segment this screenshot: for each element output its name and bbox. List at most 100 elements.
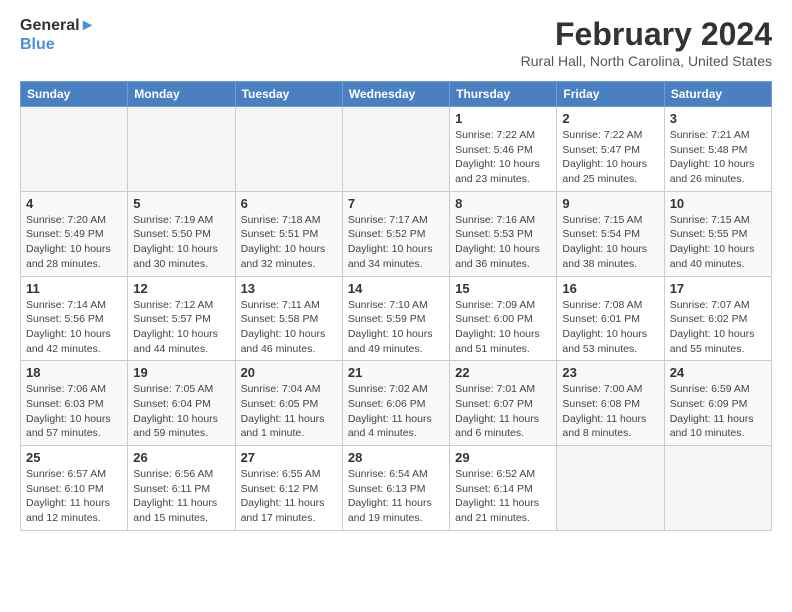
day-number: 16: [562, 281, 658, 296]
day-info: Sunrise: 7:09 AM Sunset: 6:00 PM Dayligh…: [455, 298, 551, 357]
day-number: 20: [241, 365, 337, 380]
calendar-cell: 11 Sunrise: 7:14 AM Sunset: 5:56 PM Dayli…: [21, 276, 128, 361]
day-number: 14: [348, 281, 444, 296]
calendar-cell: 15 Sunrise: 7:09 AM Sunset: 6:00 PM Dayli…: [450, 276, 557, 361]
calendar-cell: 14 Sunrise: 7:10 AM Sunset: 5:59 PM Dayli…: [342, 276, 449, 361]
day-info: Sunrise: 7:20 AM Sunset: 5:49 PM Dayligh…: [26, 213, 122, 272]
weekday-header-thursday: Thursday: [450, 82, 557, 107]
day-info: Sunrise: 7:21 AM Sunset: 5:48 PM Dayligh…: [670, 128, 766, 187]
weekday-header-wednesday: Wednesday: [342, 82, 449, 107]
day-number: 4: [26, 196, 122, 211]
day-info: Sunrise: 7:14 AM Sunset: 5:56 PM Dayligh…: [26, 298, 122, 357]
calendar-cell: 4 Sunrise: 7:20 AM Sunset: 5:49 PM Daylig…: [21, 191, 128, 276]
calendar-cell: 9Sunrise: 7:15 AM Sunset: 5:54 PM Daylig…: [557, 191, 664, 276]
calendar-cell: 23 Sunrise: 7:00 AM Sunset: 6:08 PM Dayli…: [557, 361, 664, 446]
day-info: Sunrise: 7:18 AM Sunset: 5:51 PM Dayligh…: [241, 213, 337, 272]
day-info: Sunrise: 7:22 AM Sunset: 5:46 PM Dayligh…: [455, 128, 551, 187]
calendar-cell: 2 Sunrise: 7:22 AM Sunset: 5:47 PM Daylig…: [557, 107, 664, 192]
weekday-header-sunday: Sunday: [21, 82, 128, 107]
title-area: February 2024 Rural Hall, North Carolina…: [521, 16, 772, 69]
month-year: February 2024: [521, 16, 772, 53]
day-number: 13: [241, 281, 337, 296]
day-number: 26: [133, 450, 229, 465]
day-number: 5: [133, 196, 229, 211]
day-number: 11: [26, 281, 122, 296]
calendar-cell: 13 Sunrise: 7:11 AM Sunset: 5:58 PM Dayli…: [235, 276, 342, 361]
logo-text2: Blue: [20, 35, 95, 54]
calendar-cell: 20 Sunrise: 7:04 AM Sunset: 6:05 PM Dayli…: [235, 361, 342, 446]
day-info: Sunrise: 7:19 AM Sunset: 5:50 PM Dayligh…: [133, 213, 229, 272]
day-number: 21: [348, 365, 444, 380]
day-info: Sunrise: 7:15 AM Sunset: 5:55 PM Dayligh…: [670, 213, 766, 272]
calendar-cell: 25 Sunrise: 6:57 AM Sunset: 6:10 PM Dayli…: [21, 446, 128, 531]
weekday-header-friday: Friday: [557, 82, 664, 107]
logo-text: General►: [20, 16, 95, 35]
calendar-cell: 17Sunrise: 7:07 AM Sunset: 6:02 PM Dayli…: [664, 276, 771, 361]
calendar-cell: [235, 107, 342, 192]
day-number: 27: [241, 450, 337, 465]
day-info: Sunrise: 7:12 AM Sunset: 5:57 PM Dayligh…: [133, 298, 229, 357]
day-info: Sunrise: 7:10 AM Sunset: 5:59 PM Dayligh…: [348, 298, 444, 357]
weekday-header-tuesday: Tuesday: [235, 82, 342, 107]
day-number: 22: [455, 365, 551, 380]
day-number: 12: [133, 281, 229, 296]
calendar-cell: 19Sunrise: 7:05 AM Sunset: 6:04 PM Dayli…: [128, 361, 235, 446]
day-info: Sunrise: 7:00 AM Sunset: 6:08 PM Dayligh…: [562, 382, 658, 441]
day-info: Sunrise: 7:17 AM Sunset: 5:52 PM Dayligh…: [348, 213, 444, 272]
calendar-cell: 26 Sunrise: 6:56 AM Sunset: 6:11 PM Dayli…: [128, 446, 235, 531]
day-info: Sunrise: 6:54 AM Sunset: 6:13 PM Dayligh…: [348, 467, 444, 526]
day-info: Sunrise: 7:04 AM Sunset: 6:05 PM Dayligh…: [241, 382, 337, 441]
day-info: Sunrise: 6:59 AM Sunset: 6:09 PM Dayligh…: [670, 382, 766, 441]
calendar-cell: 12 Sunrise: 7:12 AM Sunset: 5:57 PM Dayli…: [128, 276, 235, 361]
day-info: Sunrise: 7:06 AM Sunset: 6:03 PM Dayligh…: [26, 382, 122, 441]
day-number: 2: [562, 111, 658, 126]
calendar-cell: 10 Sunrise: 7:15 AM Sunset: 5:55 PM Dayli…: [664, 191, 771, 276]
day-number: 23: [562, 365, 658, 380]
calendar-cell: 7 Sunrise: 7:17 AM Sunset: 5:52 PM Daylig…: [342, 191, 449, 276]
calendar-cell: 6 Sunrise: 7:18 AM Sunset: 5:51 PM Daylig…: [235, 191, 342, 276]
calendar-cell: 3Sunrise: 7:21 AM Sunset: 5:48 PM Daylig…: [664, 107, 771, 192]
calendar-cell: 21 Sunrise: 7:02 AM Sunset: 6:06 PM Dayli…: [342, 361, 449, 446]
day-info: Sunrise: 7:02 AM Sunset: 6:06 PM Dayligh…: [348, 382, 444, 441]
calendar-cell: 29 Sunrise: 6:52 AM Sunset: 6:14 PM Dayli…: [450, 446, 557, 531]
calendar-cell: [557, 446, 664, 531]
day-number: 6: [241, 196, 337, 211]
calendar-cell: 18Sunrise: 7:06 AM Sunset: 6:03 PM Dayli…: [21, 361, 128, 446]
location: Rural Hall, North Carolina, United State…: [521, 53, 772, 69]
day-info: Sunrise: 6:57 AM Sunset: 6:10 PM Dayligh…: [26, 467, 122, 526]
day-info: Sunrise: 7:11 AM Sunset: 5:58 PM Dayligh…: [241, 298, 337, 357]
calendar-cell: [128, 107, 235, 192]
day-number: 7: [348, 196, 444, 211]
day-number: 8: [455, 196, 551, 211]
day-info: Sunrise: 7:16 AM Sunset: 5:53 PM Dayligh…: [455, 213, 551, 272]
day-info: Sunrise: 7:22 AM Sunset: 5:47 PM Dayligh…: [562, 128, 658, 187]
calendar-cell: 24 Sunrise: 6:59 AM Sunset: 6:09 PM Dayli…: [664, 361, 771, 446]
calendar-cell: 8 Sunrise: 7:16 AM Sunset: 5:53 PM Daylig…: [450, 191, 557, 276]
day-info: Sunrise: 6:55 AM Sunset: 6:12 PM Dayligh…: [241, 467, 337, 526]
calendar-cell: 22 Sunrise: 7:01 AM Sunset: 6:07 PM Dayli…: [450, 361, 557, 446]
weekday-header-monday: Monday: [128, 82, 235, 107]
calendar-cell: 5 Sunrise: 7:19 AM Sunset: 5:50 PM Daylig…: [128, 191, 235, 276]
header: General► Blue February 2024 Rural Hall, …: [20, 16, 772, 69]
day-info: Sunrise: 7:01 AM Sunset: 6:07 PM Dayligh…: [455, 382, 551, 441]
day-number: 24: [670, 365, 766, 380]
day-number: 15: [455, 281, 551, 296]
day-info: Sunrise: 7:15 AM Sunset: 5:54 PM Dayligh…: [562, 213, 658, 272]
calendar-cell: [664, 446, 771, 531]
calendar-cell: 16 Sunrise: 7:08 AM Sunset: 6:01 PM Dayli…: [557, 276, 664, 361]
day-info: Sunrise: 6:56 AM Sunset: 6:11 PM Dayligh…: [133, 467, 229, 526]
logo: General► Blue: [20, 16, 95, 54]
day-number: 10: [670, 196, 766, 211]
day-number: 19: [133, 365, 229, 380]
calendar-cell: [342, 107, 449, 192]
day-info: Sunrise: 6:52 AM Sunset: 6:14 PM Dayligh…: [455, 467, 551, 526]
day-number: 25: [26, 450, 122, 465]
day-number: 28: [348, 450, 444, 465]
day-info: Sunrise: 7:08 AM Sunset: 6:01 PM Dayligh…: [562, 298, 658, 357]
calendar-cell: 27 Sunrise: 6:55 AM Sunset: 6:12 PM Dayli…: [235, 446, 342, 531]
calendar-cell: 28 Sunrise: 6:54 AM Sunset: 6:13 PM Dayli…: [342, 446, 449, 531]
day-number: 29: [455, 450, 551, 465]
calendar-cell: [21, 107, 128, 192]
weekday-header-saturday: Saturday: [664, 82, 771, 107]
day-number: 1: [455, 111, 551, 126]
